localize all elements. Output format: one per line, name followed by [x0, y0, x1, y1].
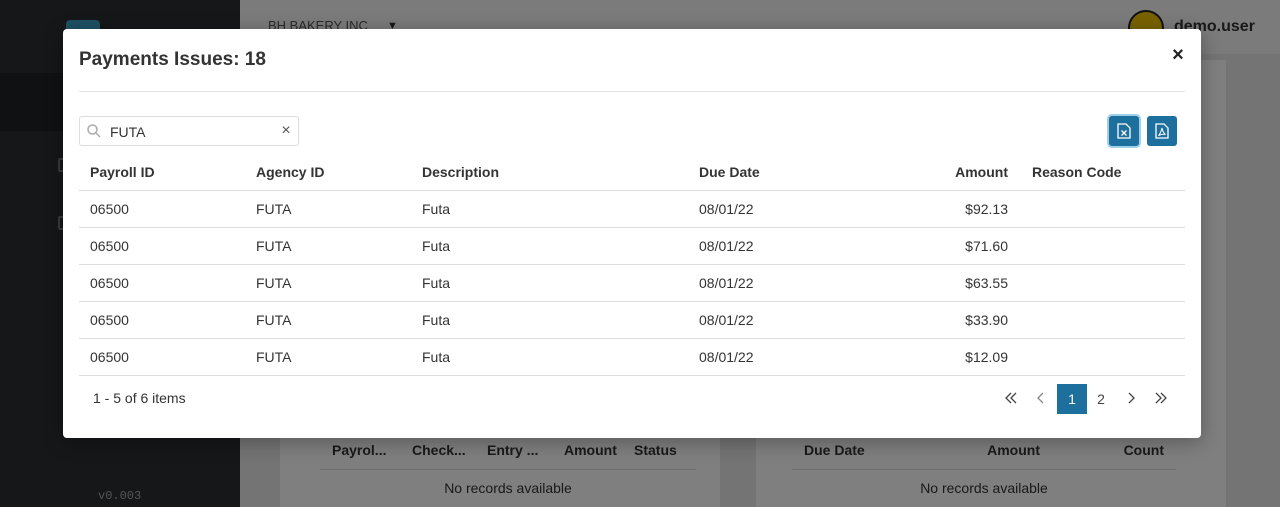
cell-agency-id: FUTA	[256, 238, 292, 254]
cell-description: Futa	[422, 275, 451, 291]
search-box: ×	[79, 116, 299, 146]
divider	[79, 91, 1185, 92]
table-body: 06500 FUTA Futa 08/01/22 $92.13 06500 FUTA Futa…	[79, 191, 1185, 376]
prev-page-button[interactable]	[1026, 384, 1056, 414]
cell-amount: $33.90	[965, 312, 1008, 328]
page-button-2[interactable]: 2	[1086, 384, 1116, 414]
export-excel-button[interactable]	[1109, 116, 1139, 146]
column-header-description[interactable]: Description	[411, 164, 688, 180]
cell-payroll-id: 06500	[90, 201, 129, 217]
cell-agency-id: FUTA	[256, 312, 292, 328]
file-excel-icon	[1117, 123, 1131, 139]
payments-issues-modal: Payments Issues: 18 × × Payroll ID Agenc…	[63, 29, 1201, 438]
column-header-due-date[interactable]: Due Date	[688, 164, 888, 180]
cell-due-date: 08/01/22	[699, 238, 754, 254]
file-pdf-icon	[1155, 123, 1169, 139]
column-header-agency-id[interactable]: Agency ID	[245, 164, 411, 180]
column-header-amount[interactable]: Amount	[888, 164, 1018, 180]
export-pdf-button[interactable]	[1147, 116, 1177, 146]
cell-due-date: 08/01/22	[699, 349, 754, 365]
cell-description: Futa	[422, 238, 451, 254]
cell-description: Futa	[422, 312, 451, 328]
cell-amount: $92.13	[965, 201, 1008, 217]
cell-agency-id: FUTA	[256, 275, 292, 291]
next-page-button[interactable]	[1116, 384, 1146, 414]
first-page-button[interactable]	[996, 384, 1026, 414]
table-row[interactable]: 06500 FUTA Futa 08/01/22 $12.09	[79, 339, 1185, 376]
modal-title: Payments Issues: 18	[79, 49, 266, 70]
page-button-1[interactable]: 1	[1057, 384, 1087, 414]
cell-due-date: 08/01/22	[699, 201, 754, 217]
cell-description: Futa	[422, 349, 451, 365]
cell-due-date: 08/01/22	[699, 275, 754, 291]
cell-description: Futa	[422, 201, 451, 217]
payments-issues-table: Payroll ID Agency ID Description Due Dat…	[79, 153, 1185, 376]
table-row[interactable]: 06500 FUTA Futa 08/01/22 $33.90	[79, 302, 1185, 339]
table-header: Payroll ID Agency ID Description Due Dat…	[79, 153, 1185, 191]
cell-payroll-id: 06500	[90, 275, 129, 291]
cell-agency-id: FUTA	[256, 349, 292, 365]
chevron-right-icon	[1128, 392, 1135, 404]
cell-amount: $63.55	[965, 275, 1008, 291]
cell-amount: $71.60	[965, 238, 1008, 254]
search-icon	[87, 124, 101, 138]
double-chevron-left-icon	[1005, 392, 1017, 404]
cell-payroll-id: 06500	[90, 238, 129, 254]
table-row[interactable]: 06500 FUTA Futa 08/01/22 $92.13	[79, 191, 1185, 228]
cell-payroll-id: 06500	[90, 349, 129, 365]
clear-search-icon[interactable]: ×	[277, 120, 295, 142]
column-header-payroll-id[interactable]: Payroll ID	[79, 164, 245, 180]
last-page-button[interactable]	[1146, 384, 1176, 414]
table-row[interactable]: 06500 FUTA Futa 08/01/22 $71.60	[79, 228, 1185, 265]
table-row[interactable]: 06500 FUTA Futa 08/01/22 $63.55	[79, 265, 1185, 302]
pager-info: 1 - 5 of 6 items	[93, 390, 186, 406]
cell-due-date: 08/01/22	[699, 312, 754, 328]
double-chevron-right-icon	[1155, 392, 1167, 404]
cell-payroll-id: 06500	[90, 312, 129, 328]
column-header-reason-code[interactable]: Reason Code	[1018, 164, 1185, 180]
chevron-left-icon	[1037, 392, 1044, 404]
cell-amount: $12.09	[965, 349, 1008, 365]
close-icon[interactable]: ×	[1166, 43, 1190, 67]
cell-agency-id: FUTA	[256, 201, 292, 217]
search-input[interactable]	[110, 122, 270, 142]
